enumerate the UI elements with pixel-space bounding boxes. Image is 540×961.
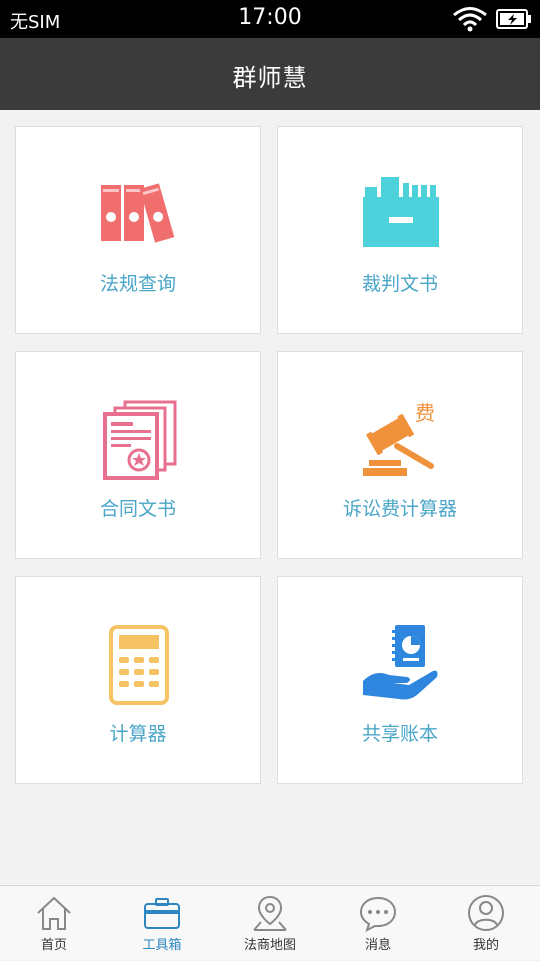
tile-label: 裁判文书 [361,273,438,295]
home-icon [37,896,71,930]
tile-label: 诉讼费计算器 [342,498,457,520]
chat-bubble-icon [359,896,397,932]
contract-icon [103,400,177,480]
tile-label: 法规查询 [99,273,176,295]
tile-regulation-search[interactable]: 法规查询 [15,126,261,334]
tab-label: 工具箱 [142,938,182,953]
tab-label: 法商地图 [243,938,296,953]
battery-charging-icon [496,9,531,29]
bottom-tab-bar: 首页 工具箱 法商地图 消息 我的 [0,885,540,960]
wifi-icon [453,7,487,32]
user-icon [468,895,504,931]
map-pin-icon [253,895,287,931]
ledger-icon [363,625,438,700]
tab-label: 消息 [364,938,391,953]
binders-icon [101,183,175,243]
tab-home[interactable]: 首页 [0,886,108,961]
tile-label: 共享账本 [361,723,438,745]
tile-shared-ledger[interactable]: 共享账本 [277,576,523,784]
filebox-icon [363,177,439,247]
tab-messages[interactable]: 消息 [324,886,432,961]
status-bar: 无SIM 17:00 [0,0,540,38]
page-title: 群师慧 [232,64,308,92]
tile-label: 计算器 [109,723,167,745]
tile-judgment-documents[interactable]: 裁判文书 [277,126,523,334]
tab-legal-business-map[interactable]: 法商地图 [216,886,324,961]
tile-label: 合同文书 [99,498,176,520]
tile-litigation-fee-calculator[interactable]: 费 诉讼费计算器 [277,351,523,559]
nav-bar: 群师慧 [0,38,540,110]
tile-contract-documents[interactable]: 合同文书 [15,351,261,559]
tab-label: 首页 [40,938,67,953]
tab-profile[interactable]: 我的 [432,886,540,961]
gavel-icon: 费 [363,401,435,476]
toolbox-icon [144,898,180,929]
tab-label: 我的 [472,938,499,953]
fee-character: 费 [415,401,435,425]
calculator-icon [109,625,169,705]
tab-toolbox[interactable]: 工具箱 [108,886,216,961]
tile-calculator[interactable]: 计算器 [15,576,261,784]
